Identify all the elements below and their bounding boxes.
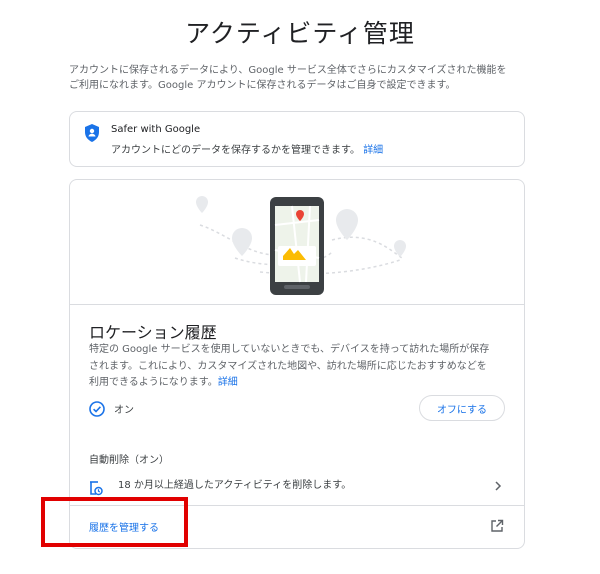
- status-label: オン: [114, 405, 134, 416]
- location-history-description: 特定の Google サービスを使用していないときでも、デバイスを持って訪れた場…: [89, 342, 509, 392]
- desc-line-3: 利用できるようになります。: [89, 377, 218, 388]
- desc-line-1: 特定の Google サービスを使用していないときでも、デバイスを持って訪れた場…: [89, 344, 490, 355]
- safer-details-link[interactable]: 詳細: [363, 145, 383, 156]
- page-title: アクティビティ管理: [185, 19, 415, 48]
- intro-line-1: アカウントに保存されるデータにより、Google サービス全体でさらにカスタマイ…: [69, 65, 507, 76]
- auto-delete-text: 18 か月以上経過したアクティビティを削除します。: [118, 480, 352, 491]
- location-illustration: [70, 180, 524, 305]
- desc-line-2: されます。これにより、カスタマイズされた地図や、訪れた場所に応じたおすすめなどを: [89, 360, 487, 372]
- highlight-box: [41, 497, 188, 547]
- chevron-right-icon: [495, 481, 502, 491]
- safer-title: Safer with Google: [111, 124, 201, 135]
- intro-text: アカウントに保存されるデータにより、Google サービス全体でさらにカスタマイ…: [69, 63, 529, 93]
- safer-text: アカウントにどのデータを保存するかを管理できます。: [111, 145, 360, 156]
- check-circle-icon: [89, 401, 105, 417]
- location-history-card: ロケーション履歴 特定の Google サービスを使用していないときでも、デバイ…: [69, 179, 525, 549]
- location-details-link[interactable]: 詳細: [218, 377, 238, 388]
- safer-with-google-card: Safer with Google アカウントにどのデータを保存するかを管理でき…: [69, 111, 525, 167]
- auto-delete-icon: [90, 481, 103, 496]
- turn-off-button[interactable]: オフにする: [419, 395, 505, 421]
- safer-description: アカウントにどのデータを保存するかを管理できます。 詳細: [111, 141, 383, 156]
- intro-line-2: ご利用になれます。Google アカウントに保存されるデータはご自身で設定できま…: [69, 80, 456, 91]
- shield-icon: [85, 124, 99, 142]
- open-in-new-icon[interactable]: [490, 519, 504, 533]
- phone-map-illustration: [196, 196, 406, 295]
- desc-line-3-wrap: 利用できるようになります。詳細: [89, 375, 509, 392]
- auto-delete-title: 自動削除（オン）: [89, 455, 169, 466]
- location-history-title: ロケーション履歴: [89, 323, 217, 342]
